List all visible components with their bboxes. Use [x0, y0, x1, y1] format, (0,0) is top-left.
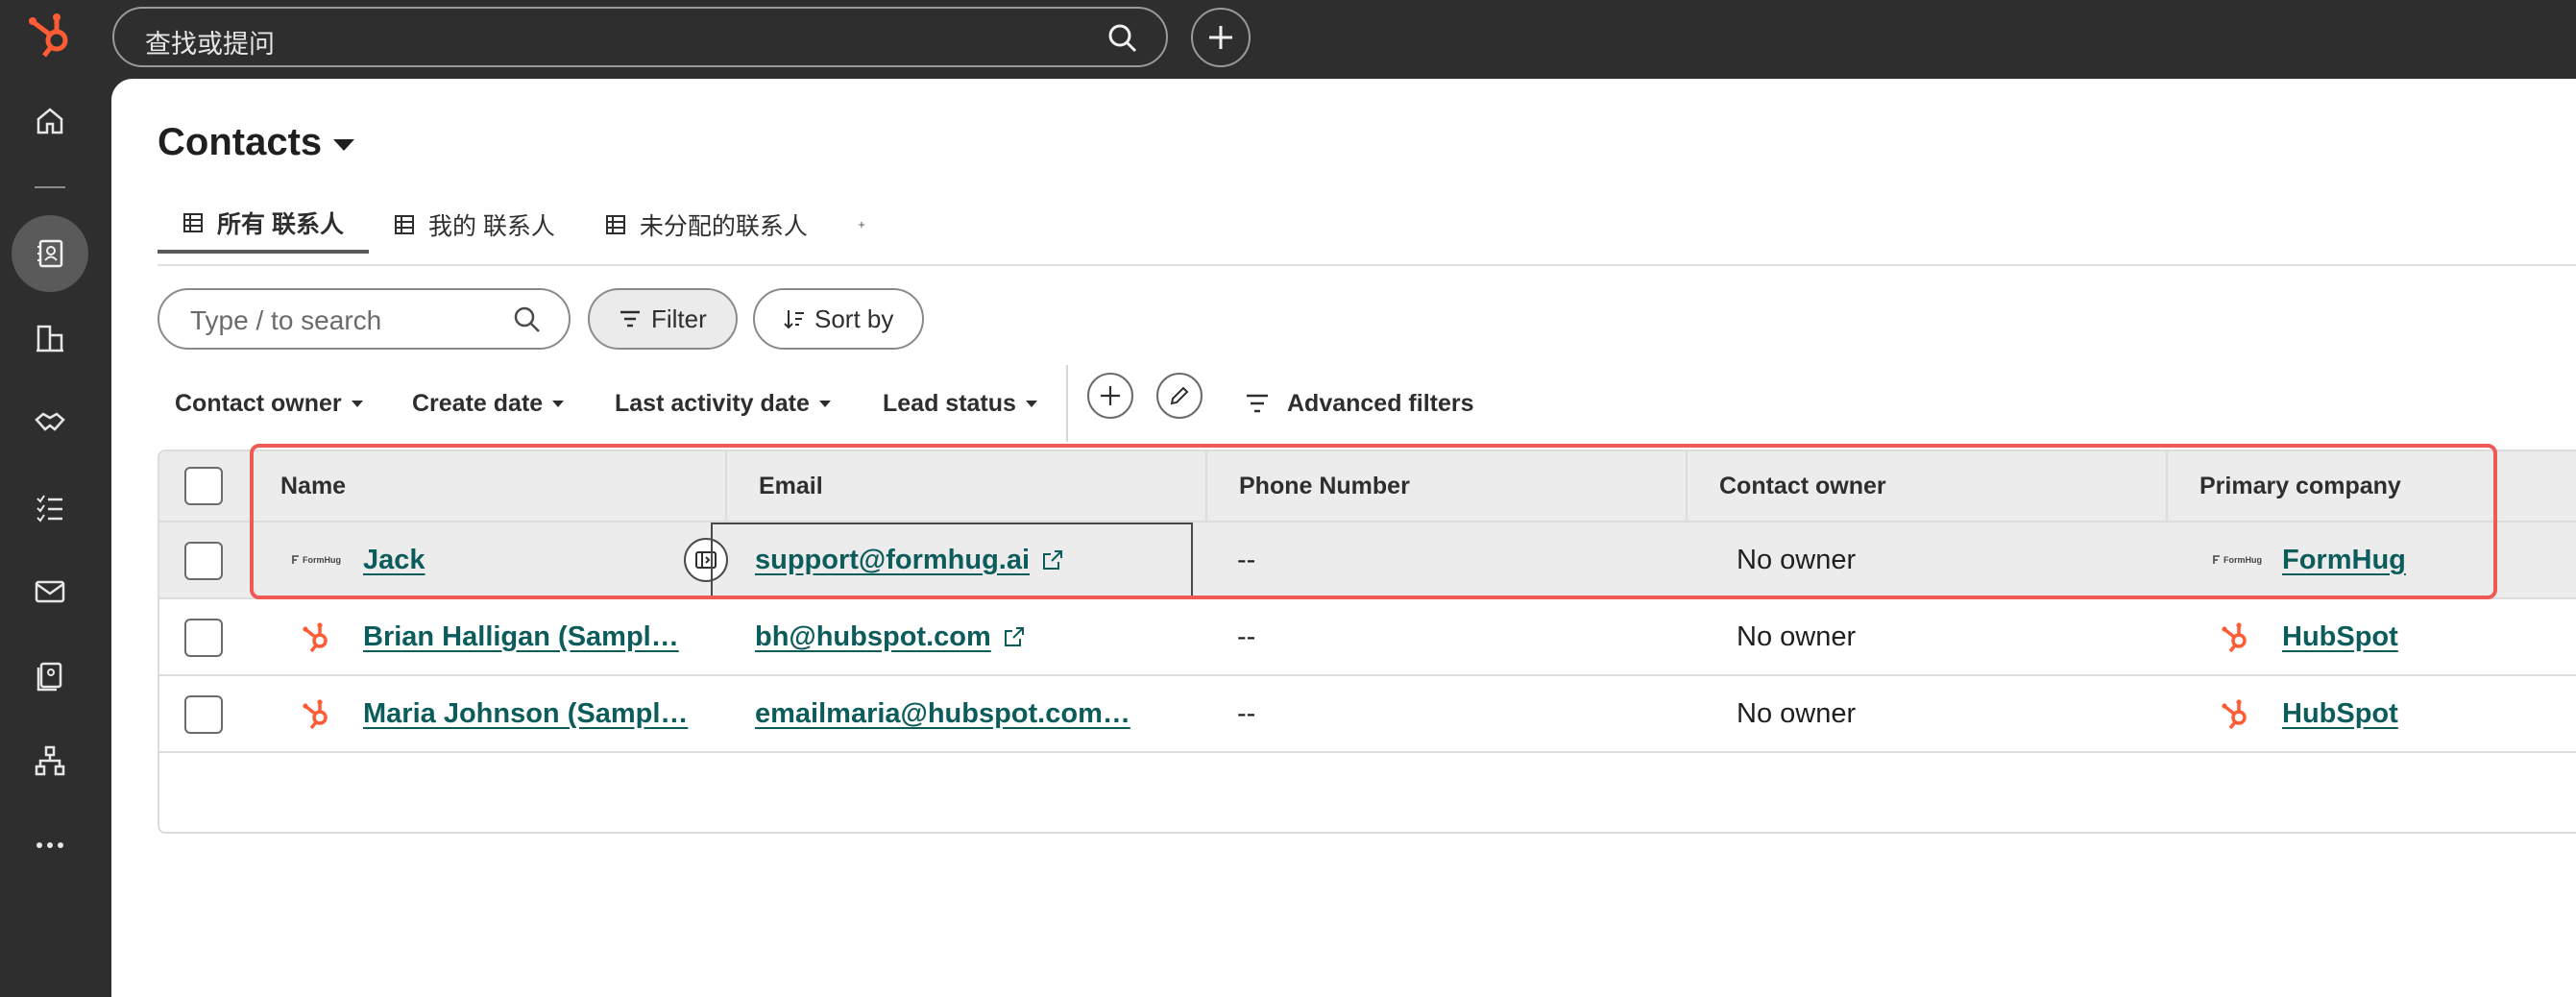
advanced-filters-button[interactable]: Advanced filters — [1245, 382, 1474, 425]
mail-icon[interactable] — [12, 553, 88, 630]
quick-filter-label: Create date — [412, 389, 544, 417]
tabs-divider — [158, 264, 2576, 266]
hubspot-sprocket-icon — [2219, 676, 2253, 751]
company-link[interactable]: HubSpot — [2282, 698, 2398, 730]
tab-label: 我的 联系人 — [427, 213, 555, 240]
library-icon[interactable] — [12, 638, 88, 715]
contact-name-link[interactable]: Brian Halligan (Sampl… — [363, 599, 679, 674]
nav-divider — [35, 186, 65, 188]
global-search-placeholder: 查找或提问 — [145, 30, 275, 59]
filter-icon — [1247, 394, 1268, 413]
companies-icon[interactable] — [12, 300, 88, 377]
home-icon[interactable] — [12, 83, 88, 159]
quick-filter-label: Contact owner — [175, 389, 342, 417]
email-cell[interactable]: bh@hubspot.com — [755, 599, 1026, 674]
hubspot-logo-icon[interactable] — [25, 8, 79, 61]
top-bar: 查找或提问 — [0, 0, 2576, 79]
quick-filter-label: Lead status — [883, 389, 1016, 417]
contacts-icon[interactable] — [12, 215, 88, 292]
table-icon — [605, 215, 625, 234]
chevron-down-icon — [351, 400, 363, 407]
add-view-button[interactable] — [833, 196, 890, 254]
email-link[interactable]: bh@hubspot.com — [755, 621, 991, 653]
phone-cell: -- — [1237, 599, 1255, 674]
table-row[interactable]: Maria Johnson (Sampl… emailmaria@hubspot… — [159, 676, 2576, 753]
global-search-input[interactable]: 查找或提问 — [112, 7, 1168, 67]
table-search-input[interactable]: Type / to search — [158, 288, 571, 350]
hubspot-sprocket-icon — [2219, 599, 2253, 674]
external-link-icon — [1004, 627, 1024, 646]
edit-filters-button[interactable] — [1156, 373, 1203, 419]
owner-cell[interactable]: No owner — [1737, 599, 1856, 674]
email-link[interactable]: emailmaria@hubspot.com… — [755, 698, 1130, 730]
tasks-icon[interactable] — [12, 469, 88, 546]
more-icon[interactable] — [12, 807, 88, 884]
tab-all-contacts[interactable]: 所有 联系人 — [158, 196, 369, 254]
deals-icon[interactable] — [12, 384, 88, 461]
filter-label: Filter — [651, 304, 707, 333]
tab-unassigned-contacts[interactable]: 未分配的联系人 — [580, 196, 833, 254]
chevron-down-icon[interactable] — [333, 138, 355, 151]
page-title-text: Contacts — [158, 121, 323, 163]
filter-icon — [620, 310, 640, 328]
view-tabs: 所有 联系人 我的 联系人 未分配的联系人 — [158, 196, 890, 254]
sort-button[interactable]: Sort by — [753, 288, 925, 350]
phone-value: -- — [1237, 697, 1256, 729]
add-filter-button[interactable] — [1087, 373, 1133, 419]
owner-value: No owner — [1737, 697, 1857, 729]
table-search-placeholder: Type / to search — [190, 305, 382, 335]
chevron-down-icon — [552, 400, 565, 407]
lead-status-filter[interactable]: Lead status — [883, 382, 1037, 425]
owner-cell[interactable]: No owner — [1737, 676, 1856, 751]
hubspot-sprocket-icon — [300, 599, 334, 674]
phone-cell: -- — [1237, 676, 1255, 751]
create-date-filter[interactable]: Create date — [412, 382, 565, 425]
tab-my-contacts[interactable]: 我的 联系人 — [369, 196, 580, 254]
highlight-annotation — [250, 444, 2497, 599]
left-nav — [0, 79, 111, 997]
plus-icon — [858, 221, 865, 229]
table-icon — [183, 213, 203, 232]
search-icon — [513, 305, 542, 339]
contact-owner-filter[interactable]: Contact owner — [175, 382, 363, 425]
pencil-icon — [1170, 386, 1189, 405]
plus-icon — [1101, 386, 1120, 405]
tab-label: 未分配的联系人 — [639, 213, 808, 240]
quick-filter-label: Last activity date — [615, 389, 810, 417]
email-cell[interactable]: emailmaria@hubspot.com… — [755, 676, 1130, 751]
last-activity-date-filter[interactable]: Last activity date — [615, 382, 831, 425]
workflows-icon[interactable] — [12, 722, 88, 799]
chevron-down-icon — [818, 400, 831, 407]
sort-icon — [784, 310, 804, 329]
hubspot-sprocket-icon — [300, 676, 334, 751]
tab-label: 所有 联系人 — [217, 211, 344, 238]
chevron-down-icon — [1025, 400, 1037, 407]
filters-divider — [1066, 365, 1068, 442]
row-checkbox[interactable] — [184, 619, 223, 657]
company-cell[interactable]: HubSpot — [2282, 676, 2398, 751]
row-checkbox[interactable] — [184, 542, 223, 580]
contact-name-link[interactable]: Maria Johnson (Sampl… — [363, 676, 688, 751]
search-icon[interactable] — [1106, 22, 1139, 55]
row-checkbox[interactable] — [184, 695, 223, 734]
owner-value: No owner — [1737, 620, 1857, 652]
advanced-filters-label: Advanced filters — [1287, 389, 1474, 417]
contact-name[interactable]: Maria Johnson (Sampl… — [363, 698, 688, 730]
sort-label: Sort by — [814, 304, 894, 333]
company-link[interactable]: HubSpot — [2282, 621, 2398, 653]
table-row[interactable]: Brian Halligan (Sampl… bh@hubspot.com --… — [159, 599, 2576, 676]
page-title[interactable]: Contacts — [158, 121, 355, 164]
create-new-button[interactable] — [1191, 8, 1251, 67]
filter-button[interactable]: Filter — [588, 288, 738, 350]
company-cell[interactable]: HubSpot — [2282, 599, 2398, 674]
select-all-checkbox[interactable] — [184, 467, 223, 505]
table-icon — [394, 215, 414, 234]
contact-name[interactable]: Brian Halligan (Sampl… — [363, 621, 679, 653]
phone-value: -- — [1237, 620, 1256, 652]
